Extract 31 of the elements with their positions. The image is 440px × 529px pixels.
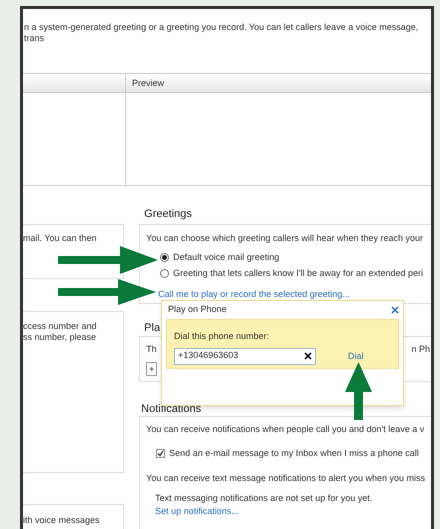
add-button[interactable]: +: [146, 362, 158, 376]
text-notifications-description: You can receive text message notifications to alert you when you miss: [146, 472, 425, 485]
status-text: Text messaging notifications are not set up for you yet.: [154, 492, 374, 505]
dialog-title: Play on Phone: [168, 303, 227, 316]
radio-label: Greeting that lets callers know I'll be away for an extended peri: [173, 266, 424, 280]
dial-link[interactable]: Dial: [348, 350, 364, 364]
call-me-link[interactable]: Call me to play or record the selected greeting...: [158, 288, 350, 302]
arrow-icon: [58, 279, 156, 305]
column-header: Preview: [131, 77, 166, 90]
greetings-description: You can choose which greeting callers will hear when they reach your: [146, 233, 424, 244]
checkbox-label: Send an e-mail message to my Inbox when I miss a phone call: [169, 446, 419, 460]
clear-icon[interactable]: [304, 352, 312, 360]
section-heading: Notifications: [140, 402, 202, 416]
radio-button[interactable]: [160, 268, 170, 278]
arrow-icon: [345, 362, 372, 420]
intro-text: n a system-generated greeting or a greeting you record. You can let callers leave a voice message, trans: [23, 21, 420, 45]
section-heading: Greetings: [143, 207, 193, 222]
setup-notifications-link[interactable]: Set up notifications...: [146, 505, 425, 518]
phone-number-field[interactable]: +13046963603: [174, 348, 316, 364]
email-checkbox[interactable]: [156, 448, 166, 458]
play-text: n Ph: [411, 343, 430, 356]
phone-number-value: +13046963603: [178, 349, 238, 362]
close-icon[interactable]: [391, 306, 399, 314]
play-text: Th: [146, 343, 157, 356]
panel-text: ccess number and ss number, please: [23, 311, 124, 473]
dial-prompt: Dial this phone number:: [174, 330, 270, 343]
arrow-icon: [58, 246, 158, 274]
notifications-description: You can receive notifications when people call you and don't leave a v: [146, 423, 425, 436]
radio-button[interactable]: [160, 253, 170, 262]
panel-text: ith voice messages: [23, 504, 124, 529]
radio-label: Default voice mail greeting: [173, 251, 280, 264]
